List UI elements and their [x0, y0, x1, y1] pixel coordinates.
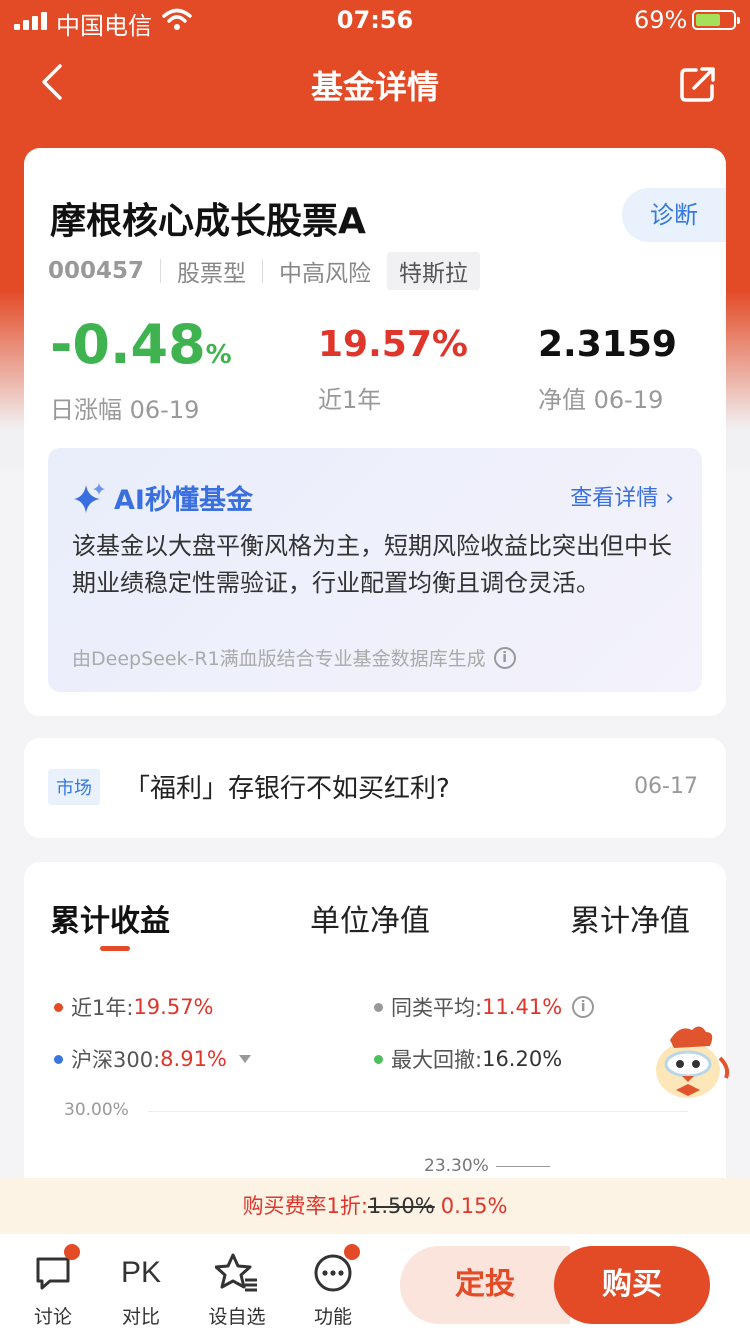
- daily-change-metric: -0.48% 日涨幅 06-19: [50, 316, 232, 425]
- legend-hs300-value: 8.91%: [160, 1047, 227, 1071]
- nav-bar: 基金详情: [0, 48, 750, 120]
- legend-peer-value: 11.41%: [482, 995, 563, 1019]
- legend-year: 近1年: 19.57%: [54, 992, 214, 1022]
- compare-button[interactable]: PK 对比: [106, 1252, 176, 1329]
- news-tag: 市场: [48, 769, 100, 805]
- news-card[interactable]: 市场 「福利」存银行不如买红利? 06-17: [24, 738, 726, 838]
- info-icon[interactable]: i: [572, 996, 595, 1018]
- ai-summary-text: 该基金以大盘平衡风格为主，短期风险收益比突出但中长期业绩稳定性需验证，行业配置均…: [72, 532, 672, 597]
- tab-cumulative-return[interactable]: 累计收益: [50, 896, 170, 940]
- battery-percent: 69%: [634, 6, 688, 34]
- legend-year-label: 近1年:: [71, 996, 134, 1020]
- fund-meta: 000457 股票型 中高风险 特斯拉: [48, 252, 481, 290]
- ai-title: AI秒懂基金: [72, 478, 253, 517]
- legend-hs300-label: 沪深300:: [71, 1048, 161, 1072]
- legend-drawdown-label: 最大回撤:: [391, 1048, 483, 1072]
- star-icon: [215, 1253, 257, 1292]
- functions-label: 功能: [313, 1306, 352, 1328]
- compare-label: 对比: [121, 1306, 160, 1328]
- status-bar: 中国电信 07:56 69%: [0, 0, 750, 40]
- fee-label: 购买费率1折:: [242, 1194, 368, 1218]
- dingtou-button[interactable]: 定投: [400, 1246, 570, 1324]
- notification-dot: [64, 1244, 80, 1260]
- news-title: 「福利」存银行不如买红利?: [124, 774, 450, 804]
- legend-year-value: 19.57%: [133, 995, 214, 1019]
- info-icon[interactable]: i: [493, 646, 516, 669]
- fund-name: 摩根核心成长股票A: [50, 201, 366, 242]
- tab-cumulative-nav[interactable]: 累计净值: [570, 896, 690, 940]
- share-icon[interactable]: [678, 64, 718, 104]
- add-watchlist-button[interactable]: 设自选: [202, 1252, 272, 1329]
- chart-peak-label: 23.30%: [424, 1156, 489, 1176]
- legend-peer-label: 同类平均:: [391, 996, 483, 1020]
- year-return-label: 近1年: [318, 386, 382, 414]
- functions-button[interactable]: 功能: [298, 1244, 368, 1329]
- chat-bubble-icon: [36, 1257, 70, 1290]
- fund-theme-tag[interactable]: 特斯拉: [387, 252, 481, 290]
- tab-unit-nav[interactable]: 单位净值: [310, 896, 430, 940]
- ai-title-text: AI秒懂基金: [114, 485, 253, 516]
- ai-summary-panel[interactable]: AI秒懂基金 查看详情 › 该基金以大盘平衡风格为主，短期风险收益比突出但中长期…: [48, 448, 702, 692]
- discuss-label: 讨论: [33, 1306, 72, 1328]
- year-return-value: 19.57%: [318, 324, 468, 365]
- notification-dot: [344, 1244, 360, 1260]
- fund-type: 股票型: [177, 261, 247, 287]
- nav-metric: 2.3159 净值 06-19: [538, 316, 677, 415]
- fee-new: 0.15%: [440, 1194, 508, 1218]
- active-tab-indicator: [100, 946, 130, 951]
- legend-hs300[interactable]: 沪深300: 8.91%: [54, 1044, 251, 1074]
- more-icon: [314, 1254, 352, 1292]
- fee-old: 1.50%: [368, 1194, 435, 1218]
- sparkle-icon: [74, 482, 105, 513]
- diagnose-button[interactable]: 诊断: [622, 188, 726, 242]
- fund-code: 000457: [48, 258, 145, 284]
- ai-detail-link[interactable]: 查看详情 ›: [570, 480, 674, 512]
- legend-peer-avg: 同类平均: 11.41% i: [374, 992, 595, 1022]
- chart-y-label-top: 30.00%: [64, 1100, 129, 1120]
- fee-banner: 购买费率1折:1.50% 0.15%: [0, 1178, 750, 1234]
- legend-drawdown-value: 16.20%: [482, 1047, 563, 1071]
- discuss-button[interactable]: 讨论: [18, 1244, 88, 1329]
- buy-button[interactable]: 购买: [554, 1246, 710, 1324]
- legend-max-drawdown: 最大回撤: 16.20%: [374, 1044, 562, 1074]
- fund-summary-card: 摩根核心成长股票A 诊断 000457 股票型 中高风险 特斯拉 -0.48% …: [24, 148, 726, 716]
- daily-change-label: 日涨幅 06-19: [50, 396, 200, 424]
- nav-label: 净值 06-19: [538, 386, 664, 414]
- ai-source: 由DeepSeek-R1满血版结合专业基金数据库生成 i: [72, 644, 516, 671]
- chart-peak-leader: [496, 1166, 550, 1167]
- ai-source-text: 由DeepSeek-R1满血版结合专业基金数据库生成: [72, 648, 486, 670]
- battery-icon: [692, 10, 740, 30]
- pk-icon: PK: [120, 1256, 162, 1289]
- dropdown-caret-icon[interactable]: [238, 1055, 251, 1063]
- fund-risk: 中高风险: [279, 261, 372, 287]
- daily-change-value: -0.48: [50, 313, 206, 376]
- add-watchlist-label: 设自选: [208, 1306, 266, 1328]
- page-title: 基金详情: [310, 68, 439, 106]
- assistant-mascot-icon[interactable]: [650, 1018, 734, 1102]
- chart-gridline: [148, 1111, 688, 1112]
- year-return-metric: 19.57% 近1年: [318, 316, 468, 415]
- daily-change-pct: %: [205, 340, 232, 370]
- nav-value: 2.3159: [538, 324, 677, 365]
- news-date: 06-17: [634, 774, 698, 799]
- bottom-action-bar: 讨论 PK 对比 设自选 功能 定投 购买: [0, 1234, 750, 1334]
